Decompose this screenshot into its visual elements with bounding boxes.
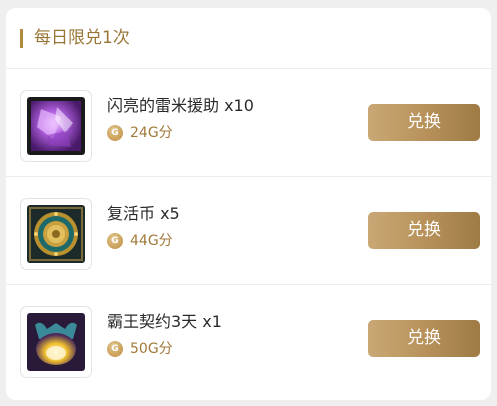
- item-thumbnail: [20, 306, 92, 378]
- item-price: 50G分: [130, 341, 173, 357]
- section-title: 每日限兑1次: [34, 28, 130, 48]
- item-thumbnail: [20, 90, 92, 162]
- coin-icon: G: [107, 233, 123, 249]
- section-header: 每日限兑1次: [6, 8, 491, 74]
- item-thumbnail: [20, 198, 92, 270]
- purple-crystal-icon: [27, 97, 85, 155]
- item-price: 24G分: [130, 125, 173, 141]
- redeem-button[interactable]: 兑换: [368, 212, 480, 249]
- item-name: 复活币 x5: [107, 204, 180, 223]
- list-item: 霸王契约3天 x1 G 50G分 兑换: [6, 285, 491, 392]
- redeem-button[interactable]: 兑换: [368, 104, 480, 141]
- coin-icon: G: [107, 125, 123, 141]
- list-item: 复活币 x5 G 44G分 兑换: [6, 177, 491, 284]
- redeem-button[interactable]: 兑换: [368, 320, 480, 357]
- revive-coin-icon: [27, 205, 85, 263]
- coin-icon: G: [107, 341, 123, 357]
- item-name: 霸王契约3天 x1: [107, 312, 222, 331]
- header-accent-bar: [20, 29, 23, 48]
- overlord-contract-icon: [27, 313, 85, 371]
- exchange-card: 每日限兑1次 闪亮的雷米援助 x10 G 24G分 兑换 复活币 x5 G 44…: [6, 8, 491, 400]
- item-price: 44G分: [130, 233, 173, 249]
- item-name: 闪亮的雷米援助 x10: [107, 96, 254, 115]
- list-item: 闪亮的雷米援助 x10 G 24G分 兑换: [6, 69, 491, 176]
